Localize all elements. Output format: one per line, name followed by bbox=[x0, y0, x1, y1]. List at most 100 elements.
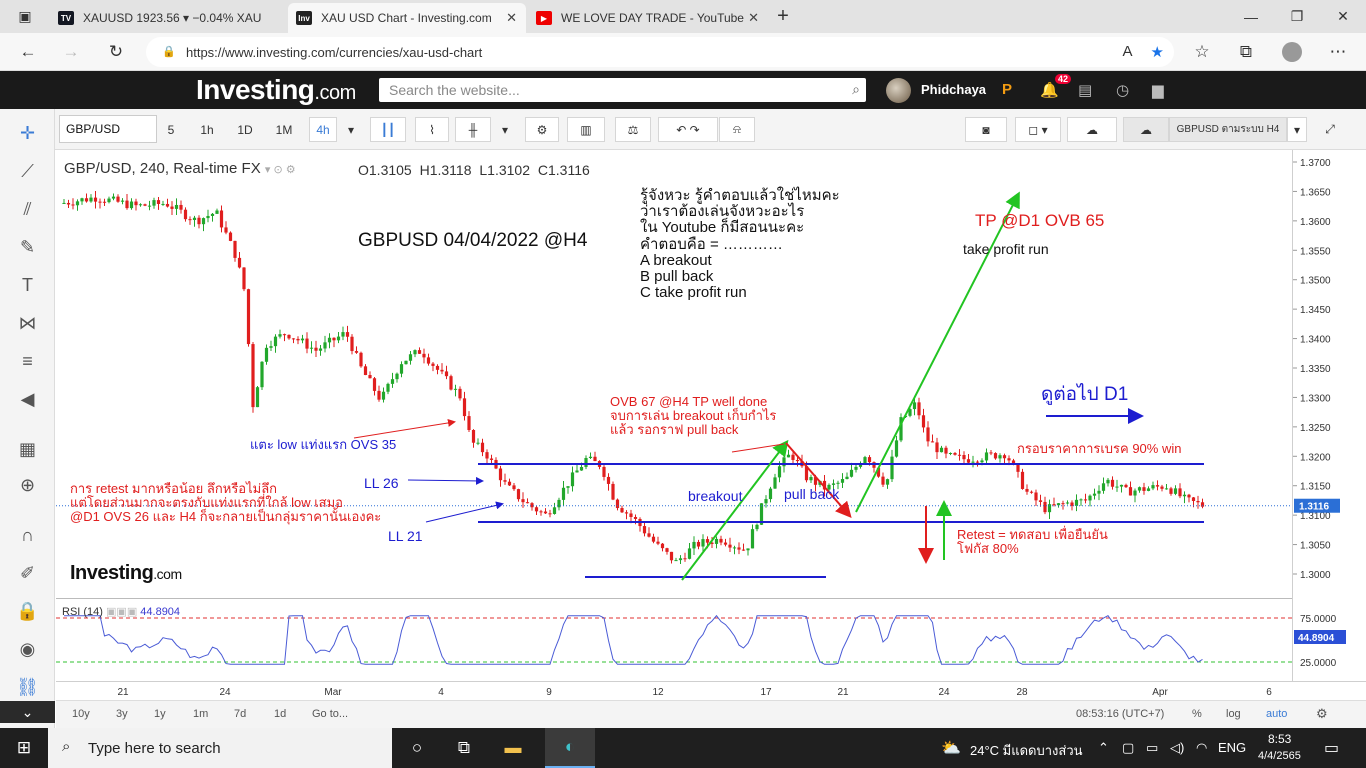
crosshair-icon[interactable]: ✛ bbox=[0, 115, 55, 151]
cortana-icon[interactable]: ○ bbox=[404, 736, 430, 760]
chart-type-dropdown-icon[interactable]: ▾ bbox=[495, 117, 515, 142]
clock-date[interactable]: 4/4/2565 bbox=[1258, 750, 1301, 762]
eye-icon[interactable]: ◉ bbox=[0, 631, 55, 667]
collections-icon[interactable]: ⧉ bbox=[1232, 39, 1260, 65]
lock-drawings-icon[interactable]: ✐ bbox=[0, 555, 55, 591]
interval-5[interactable]: 5 bbox=[159, 117, 183, 142]
address-bar[interactable]: 🔒 https://www.investing.com/currencies/x… bbox=[146, 37, 1174, 67]
close-tab-icon[interactable]: ✕ bbox=[506, 10, 517, 26]
log-toggle[interactable]: log bbox=[1226, 708, 1241, 720]
color-picker-icon[interactable]: ◻ ▾ bbox=[1015, 117, 1061, 142]
percent-toggle[interactable]: % bbox=[1192, 708, 1202, 720]
cloud-load-icon[interactable]: ☁ bbox=[1123, 117, 1169, 142]
trend-line-icon[interactable]: ⟋ bbox=[0, 153, 55, 189]
camera-icon[interactable]: ◙ bbox=[965, 117, 1007, 142]
chart-settings-gear-icon[interactable]: ⚙ bbox=[1316, 706, 1328, 722]
bars-icon[interactable]: ╫ bbox=[455, 117, 491, 142]
refresh-icon[interactable]: ↻ bbox=[102, 39, 130, 65]
fullscreen-icon[interactable]: ⤢ bbox=[1313, 117, 1347, 142]
volume-icon[interactable]: ◁) bbox=[1170, 740, 1184, 756]
read-aloud-icon[interactable]: A bbox=[1123, 43, 1133, 61]
task-view-icon[interactable]: ⧉ bbox=[451, 736, 477, 760]
range-1m[interactable]: 1m bbox=[193, 708, 208, 720]
lock-icon[interactable]: 🔒 bbox=[0, 593, 55, 629]
candles-icon[interactable]: ┃┃ bbox=[370, 117, 406, 142]
settings-gear-icon[interactable]: ⚙ bbox=[525, 117, 559, 142]
weather-icon[interactable]: ⛅ bbox=[941, 738, 961, 758]
prediction-icon[interactable]: ≡ bbox=[0, 343, 55, 379]
edge-browser-icon[interactable]: ◐ bbox=[545, 728, 595, 768]
bell-icon[interactable]: 🔔 bbox=[1040, 81, 1059, 99]
restore-icon[interactable]: ❐ bbox=[1274, 0, 1320, 33]
interval-dropdown-icon[interactable]: ▾ bbox=[341, 117, 361, 142]
range-7d[interactable]: 7d bbox=[234, 708, 246, 720]
alert-icon[interactable]: ⍾ bbox=[719, 117, 755, 142]
auto-toggle[interactable]: auto bbox=[1266, 708, 1287, 720]
interval-4h[interactable]: 4h bbox=[309, 117, 337, 142]
range-10y[interactable]: 10y bbox=[72, 708, 90, 720]
pattern-icon[interactable]: ⋈ bbox=[0, 305, 55, 341]
fib-icon[interactable]: ⫽ bbox=[0, 191, 55, 227]
collapse-icon[interactable]: ⌄ bbox=[0, 701, 55, 723]
link-icon[interactable]: ⛓ bbox=[0, 669, 55, 705]
us-flag-icon[interactable]: ▆ bbox=[1152, 81, 1164, 99]
tab-xauusd[interactable]: TV XAUUSD 1923.56 ▾ −0.04% XAU bbox=[50, 3, 286, 33]
close-tab-icon[interactable]: ✕ bbox=[748, 10, 759, 26]
premium-icon[interactable]: P bbox=[1002, 81, 1012, 98]
weather-text[interactable]: 24°C มีแดดบางส่วน bbox=[970, 740, 1083, 761]
tab-youtube[interactable]: ▶ WE LOVE DAY TRADE - YouTube ✕ bbox=[528, 3, 768, 33]
range-1y[interactable]: 1y bbox=[154, 708, 166, 720]
title-dropdown-icon[interactable]: ▾ ⊙ ⚙ bbox=[265, 164, 296, 176]
notifications-icon[interactable]: ▭ bbox=[1324, 738, 1339, 758]
minimize-icon[interactable]: — bbox=[1228, 0, 1274, 33]
cloud-save-icon[interactable]: ☁ bbox=[1067, 117, 1117, 142]
range-1d[interactable]: 1d bbox=[274, 708, 286, 720]
favorites-icon[interactable]: ☆ bbox=[1188, 39, 1216, 65]
brush-icon[interactable]: ✎ bbox=[0, 229, 55, 265]
range-3y[interactable]: 3y bbox=[116, 708, 128, 720]
new-tab-icon[interactable]: + bbox=[760, 0, 806, 33]
measure-icon[interactable]: ▦ bbox=[0, 431, 55, 467]
symbol-input[interactable]: GBP/USD bbox=[59, 115, 157, 143]
magnet-icon[interactable]: ∩ bbox=[0, 517, 55, 553]
rsi-settings-icon[interactable]: ▣▣▣ bbox=[106, 606, 140, 618]
interval-1d[interactable]: 1D bbox=[231, 117, 259, 142]
area-chart-icon[interactable]: ⌇ bbox=[415, 117, 449, 142]
tray-chevron-icon[interactable]: ⌃ bbox=[1098, 740, 1109, 756]
battery-icon[interactable]: ▭ bbox=[1146, 740, 1158, 756]
favorite-star-icon[interactable]: ★ bbox=[1151, 43, 1164, 61]
username[interactable]: Phidchaya bbox=[921, 82, 986, 97]
undo-redo-icon[interactable]: ↶ ↷ bbox=[658, 117, 718, 142]
windows-start-icon[interactable]: ⊞ bbox=[11, 736, 37, 760]
arrow-left-icon[interactable]: ◀ bbox=[0, 381, 55, 417]
interval-1h[interactable]: 1h bbox=[193, 117, 221, 142]
wifi-icon[interactable]: ◠ bbox=[1196, 740, 1207, 756]
indicators-icon[interactable]: ▥ bbox=[567, 117, 605, 142]
clock-time[interactable]: 8:53 bbox=[1268, 732, 1291, 746]
portfolio-icon[interactable]: ▤ bbox=[1078, 81, 1092, 99]
forward-icon[interactable]: → bbox=[57, 39, 85, 65]
chart-area[interactable]: 1.3700 1.3650 1.3600 1.3550 1.3500 1.3450 1.34… bbox=[56, 150, 1366, 700]
text-icon[interactable]: T bbox=[0, 267, 55, 303]
saved-layout-select[interactable]: GBPUSD ตามระบบ H4 bbox=[1169, 117, 1287, 142]
more-menu-icon[interactable]: ⋯ bbox=[1324, 39, 1352, 65]
layout-dropdown-icon[interactable]: ▾ bbox=[1287, 117, 1307, 142]
compare-icon[interactable]: ⚖ bbox=[615, 117, 651, 142]
tab-actions-icon[interactable]: ▣ bbox=[0, 0, 50, 33]
search-icon[interactable]: ⌕ bbox=[852, 81, 860, 98]
file-explorer-icon[interactable]: ▬ bbox=[500, 736, 526, 760]
close-window-icon[interactable]: ✕ bbox=[1320, 0, 1366, 33]
zoom-icon[interactable]: ⊕ bbox=[0, 467, 55, 503]
taskbar-search-input[interactable]: ⌕ Type here to search bbox=[48, 728, 392, 768]
avatar[interactable] bbox=[886, 78, 911, 103]
tray-device-icon[interactable]: ▢ bbox=[1122, 740, 1134, 756]
site-logo[interactable]: Investing.com bbox=[196, 74, 356, 106]
profile-icon[interactable] bbox=[1278, 39, 1306, 65]
clock-icon[interactable]: ◷ bbox=[1116, 81, 1129, 99]
interval-1m[interactable]: 1M bbox=[269, 117, 299, 142]
site-search-input[interactable]: Search the website... ⌕ bbox=[379, 78, 866, 102]
back-icon[interactable]: ← bbox=[14, 39, 42, 65]
tab-investing[interactable]: Inv XAU USD Chart - Investing.com ✕ bbox=[288, 3, 526, 33]
language-indicator[interactable]: ENG bbox=[1218, 740, 1246, 755]
go-to-button[interactable]: Go to... bbox=[312, 708, 348, 720]
